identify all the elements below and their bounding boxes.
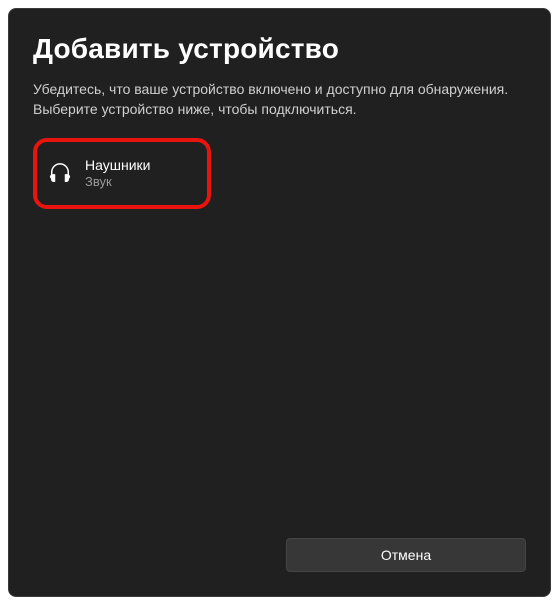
dialog-footer: Отмена (33, 538, 526, 572)
add-device-dialog: Добавить устройство Убедитесь, что ваше … (8, 8, 551, 597)
device-item-headphones[interactable]: Наушники Звук (43, 146, 156, 201)
dialog-title: Добавить устройство (33, 33, 526, 65)
headphones-icon (49, 162, 71, 184)
dialog-subtitle: Убедитесь, что ваше устройство включено … (33, 79, 526, 120)
cancel-button[interactable]: Отмена (286, 538, 526, 572)
annotation-highlight: Наушники Звук (33, 138, 211, 209)
device-type: Звук (85, 174, 150, 191)
device-name: Наушники (85, 156, 150, 174)
device-text: Наушники Звук (85, 156, 150, 191)
device-list: Наушники Звук (33, 138, 526, 526)
